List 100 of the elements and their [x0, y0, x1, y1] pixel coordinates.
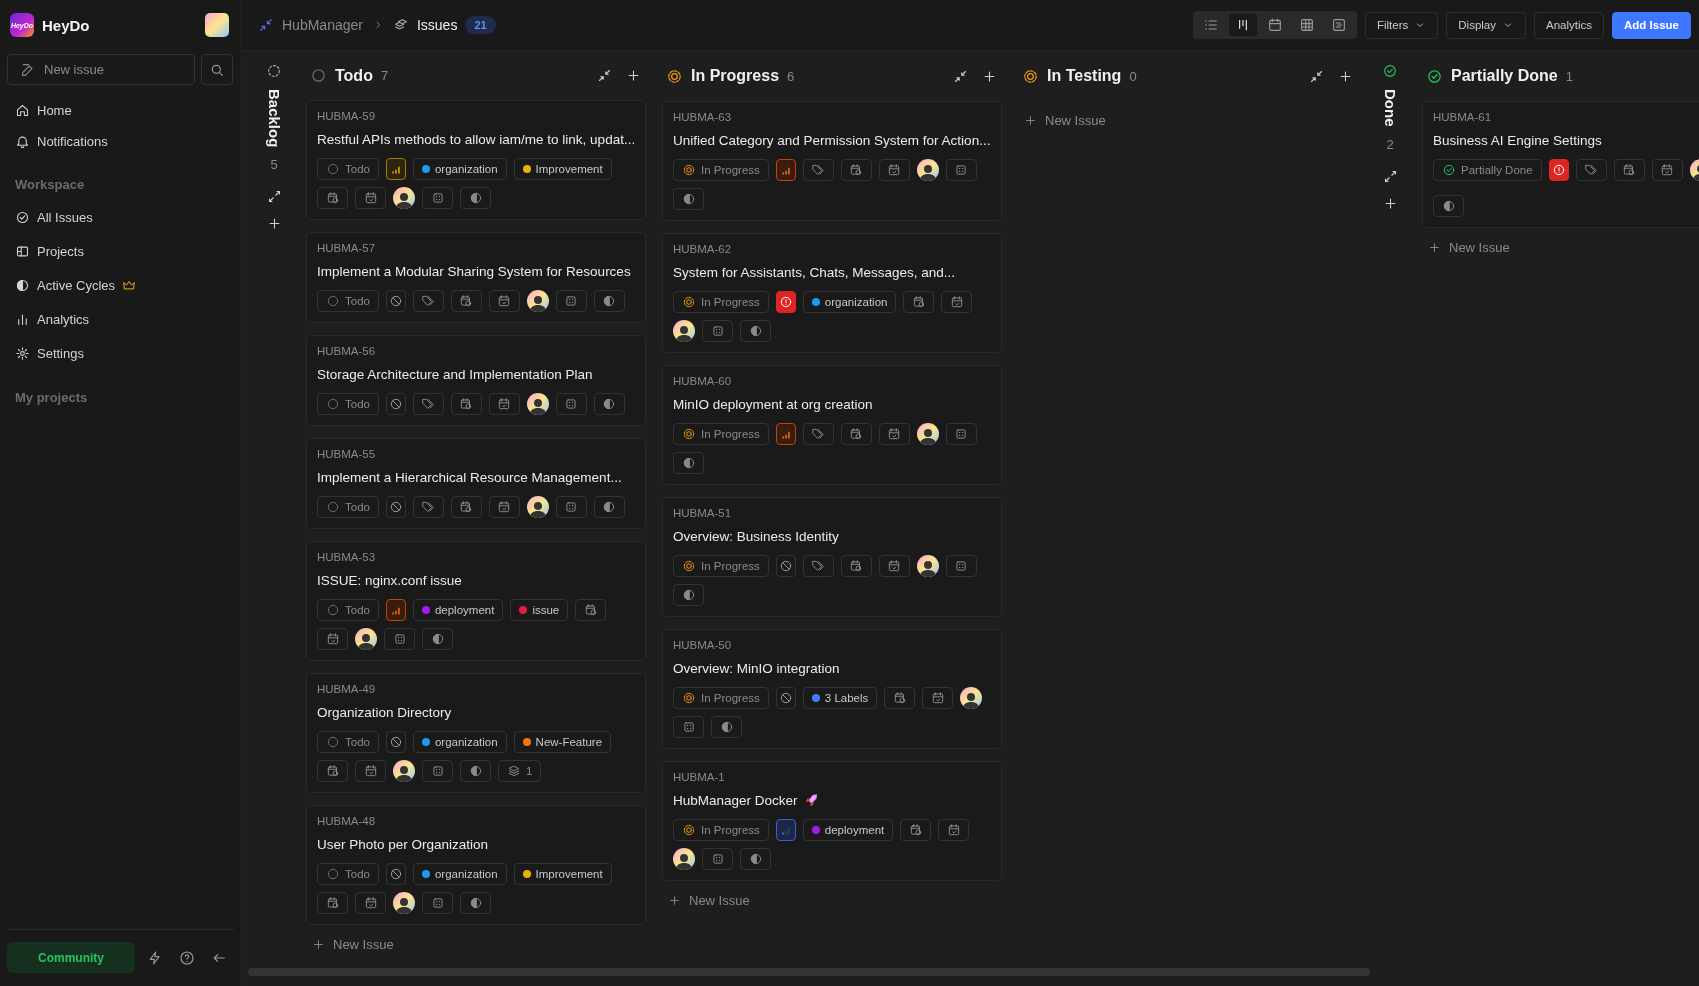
issue-card[interactable]: HUBMA-56 Storage Architecture and Implementation Plan Todo: [306, 335, 646, 426]
nav-item[interactable]: Home: [8, 95, 233, 126]
issue-id: HUBMA-50: [673, 639, 733, 651]
issue-card[interactable]: HUBMA-63 Unified Category and Permission System for Action... In Progress: [662, 101, 1002, 221]
new-issue-button[interactable]: New Issue: [662, 881, 1002, 920]
section-heading: My projects: [14, 389, 89, 407]
issue-id: HUBMA-49: [317, 683, 377, 695]
column-count: 5: [270, 157, 278, 173]
label-tag[interactable]: deployment: [802, 819, 894, 841]
issue-title: Overview: Business Identity: [673, 529, 839, 544]
state-button[interactable]: In Progress: [673, 555, 769, 577]
new-issue-button[interactable]: New Issue: [306, 925, 646, 964]
issue-id: HUBMA-53: [317, 551, 377, 563]
issue-card[interactable]: HUBMA-55 Implement a Hierarchical Resource Management... Todo: [306, 438, 646, 529]
add-issue-button[interactable]: Add Issue: [1612, 11, 1691, 39]
count-badge: 21: [465, 16, 496, 34]
label-tag[interactable]: 3 Labels: [802, 687, 878, 709]
issue-id: HUBMA-61: [1433, 111, 1493, 123]
issue-id: HUBMA-62: [673, 243, 733, 255]
filters-button[interactable]: Filters: [1364, 11, 1439, 39]
issue-card[interactable]: HUBMA-59 Restful APIs methods to allow iam/me to link, updat... Todo organization Improvement: [306, 100, 646, 220]
nav-item[interactable]: Projects: [8, 234, 233, 268]
issue-id: HUBMA-55: [317, 448, 377, 460]
state-button[interactable]: Todo: [317, 863, 379, 885]
state-button[interactable]: In Progress: [673, 423, 769, 445]
column-title: Backlog: [265, 89, 283, 148]
label-tag[interactable]: organization: [802, 291, 897, 313]
issue-title: Unified Category and Permission System for Action...: [673, 133, 991, 148]
state-button[interactable]: Todo: [317, 731, 379, 753]
issue-id: HUBMA-1: [673, 771, 726, 783]
issue-title: Implement a Hierarchical Resource Management...: [317, 470, 622, 485]
column-count: 1: [1565, 68, 1574, 84]
issue-title: Overview: MinIO integration: [673, 661, 840, 676]
state-button[interactable]: Todo: [317, 393, 379, 415]
nav-item[interactable]: Notifications: [8, 126, 233, 157]
label-tag[interactable]: organization: [412, 731, 507, 753]
issue-id: HUBMA-60: [673, 375, 733, 387]
column-title: In Testing: [1047, 67, 1122, 85]
state-button[interactable]: Todo: [317, 599, 379, 621]
nav-item[interactable]: Active Cycles: [8, 268, 233, 302]
issue-card[interactable]: HUBMA-1 HubManager Docker In Progress deployment: [662, 761, 1002, 881]
state-button[interactable]: In Progress: [673, 687, 769, 709]
label-tag[interactable]: issue: [510, 599, 569, 621]
issue-card[interactable]: HUBMA-57 Implement a Modular Sharing System for Resources Todo: [306, 232, 646, 323]
issue-card[interactable]: HUBMA-60 MinIO deployment at org creation In Progress: [662, 365, 1002, 485]
column-count: 0: [1129, 68, 1138, 84]
column-title: Done: [1381, 89, 1399, 127]
issue-title: ISSUE: nginx.conf issue: [317, 573, 462, 588]
analytics-button[interactable]: Analytics: [1534, 11, 1605, 39]
issue-title: Implement a Modular Sharing System for Resources: [317, 264, 631, 279]
new-issue-button[interactable]: New issue: [7, 54, 195, 85]
state-button[interactable]: Partially Done: [1433, 159, 1542, 181]
new-issue-button[interactable]: New Issue: [1422, 228, 1699, 267]
issue-title: MinIO deployment at org creation: [673, 397, 873, 412]
issue-id: HUBMA-48: [317, 815, 377, 827]
page-title: Issues: [416, 17, 458, 33]
issue-card[interactable]: HUBMA-61 Business AI Engine Settings Partially Done: [1422, 101, 1699, 228]
label-tag[interactable]: organization: [412, 158, 507, 180]
state-button[interactable]: In Progress: [673, 819, 769, 841]
issue-card[interactable]: HUBMA-50 Overview: MinIO integration In Progress 3 Labels: [662, 629, 1002, 749]
issue-title: Business AI Engine Settings: [1433, 133, 1602, 148]
issue-card[interactable]: HUBMA-51 Overview: Business Identity In Progress: [662, 497, 1002, 617]
issue-title: Restful APIs methods to allow iam/me to link, updat...: [317, 132, 636, 147]
new-issue-label: New issue: [44, 62, 104, 77]
issue-title: System for Assistants, Chats, Messages, and...: [673, 265, 956, 280]
issue-id: HUBMA-63: [673, 111, 733, 123]
issue-id: HUBMA-59: [317, 110, 377, 122]
display-button[interactable]: Display: [1446, 11, 1526, 39]
new-issue-button[interactable]: New Issue: [1018, 101, 1358, 140]
workspace-name: HeyDo: [42, 16, 91, 34]
label-tag[interactable]: New-Feature: [513, 731, 612, 753]
issue-card[interactable]: HUBMA-48 User Photo per Organization Todo organization Improvement: [306, 805, 646, 925]
issue-card[interactable]: HUBMA-53 ISSUE: nginx.conf issue Todo deployment issue: [306, 541, 646, 661]
label-tag[interactable]: Improvement: [513, 863, 612, 885]
column-count: 7: [380, 68, 390, 83]
state-button[interactable]: In Progress: [673, 291, 769, 313]
issue-id: HUBMA-56: [317, 345, 377, 357]
state-button[interactable]: Todo: [317, 290, 379, 312]
label-tag[interactable]: Improvement: [513, 158, 612, 180]
state-button[interactable]: Todo: [317, 496, 379, 518]
label-tag[interactable]: organization: [412, 863, 507, 885]
nav-item[interactable]: Settings: [8, 336, 233, 370]
column-title: Partially Done: [1451, 67, 1558, 85]
label-tag[interactable]: deployment: [412, 599, 504, 621]
nav-item[interactable]: All Issues: [8, 200, 233, 234]
breadcrumb-link[interactable]: HubManager: [282, 17, 363, 33]
column-title: In Progress: [691, 67, 780, 85]
sub-issues-button[interactable]: 1: [498, 760, 542, 782]
state-button[interactable]: In Progress: [673, 159, 769, 181]
issue-id: HUBMA-57: [317, 242, 377, 254]
community-button[interactable]: Community: [7, 942, 135, 973]
issue-title: User Photo per Organization: [317, 837, 489, 852]
column-title: Todo: [335, 66, 373, 85]
issue-card[interactable]: HUBMA-49 Organization Directory Todo organization New-Feature 1: [306, 673, 646, 793]
section-heading: Workspace: [14, 176, 86, 194]
issue-card[interactable]: HUBMA-62 System for Assistants, Chats, Messages, and... In Progress organization: [662, 233, 1002, 353]
issue-id: HUBMA-51: [673, 507, 733, 519]
nav-item[interactable]: Analytics: [8, 302, 233, 336]
column-count: 6: [787, 68, 796, 84]
state-button[interactable]: Todo: [317, 158, 379, 180]
